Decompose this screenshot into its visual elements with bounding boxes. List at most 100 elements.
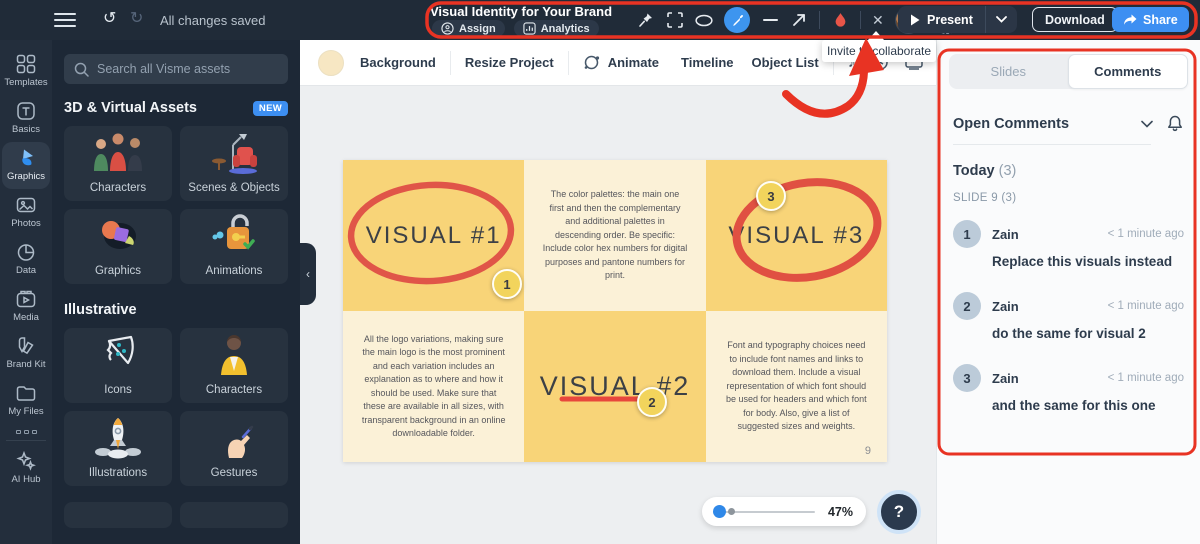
download-button[interactable]: Download bbox=[1032, 7, 1118, 32]
sidebar-item-photos[interactable]: Photos bbox=[2, 189, 50, 236]
assets-panel: 3D & Virtual Assets NEW Characters bbox=[52, 40, 300, 544]
project-title[interactable]: Visual Identity for Your Brand bbox=[430, 4, 612, 19]
asset-tile-partial[interactable] bbox=[180, 502, 288, 528]
slide-cell-font-text[interactable]: Font and typography choices need to incl… bbox=[705, 311, 887, 462]
slide-canvas[interactable]: VISUAL #1 The color palettes: the main o… bbox=[343, 160, 887, 462]
divider bbox=[953, 144, 1151, 145]
close-annotation-icon[interactable]: ✕ bbox=[872, 12, 884, 29]
sidebar-item-basics[interactable]: Basics bbox=[2, 95, 50, 142]
comment-author: Zain bbox=[992, 370, 1019, 386]
chevron-down-icon[interactable] bbox=[1141, 120, 1153, 128]
animate-button[interactable]: Animate bbox=[608, 55, 659, 70]
asset-tile-illustrations[interactable]: Illustrations bbox=[64, 411, 172, 486]
slide-cell-palette-text[interactable]: The color palettes: the main one first a… bbox=[524, 160, 706, 311]
resize-project-button[interactable]: Resize Project bbox=[465, 55, 554, 70]
comment-author: Zain bbox=[992, 298, 1019, 314]
background-button[interactable]: Background bbox=[360, 55, 436, 70]
selection-frame-tool-icon[interactable] bbox=[666, 11, 684, 29]
comment-timestamp: < 1 minute ago bbox=[1107, 372, 1184, 384]
divider bbox=[819, 11, 820, 29]
asset-tile-3d-graphics[interactable]: Graphics bbox=[64, 209, 172, 284]
pen-tool-icon-active[interactable] bbox=[724, 7, 750, 33]
rocket-illustration bbox=[95, 418, 141, 459]
asset-tile-illustrative-characters[interactable]: Characters bbox=[180, 328, 288, 403]
zoom-level: 47% bbox=[827, 504, 853, 519]
zoom-slider-handle[interactable] bbox=[713, 505, 726, 518]
sidebar-item-data[interactable]: Data bbox=[2, 236, 50, 283]
share-arrow-icon bbox=[1124, 14, 1137, 25]
sidebar-item-brand-kit[interactable]: Brand Kit bbox=[2, 330, 50, 377]
scenes-objects-illustration bbox=[212, 134, 257, 174]
sidebar-item-templates[interactable]: Templates bbox=[2, 48, 50, 95]
sidebar-item-media[interactable]: Media bbox=[2, 283, 50, 330]
redo-icon: ↻ bbox=[130, 10, 144, 27]
comments-today-count: (3) bbox=[998, 163, 1017, 179]
photos-icon bbox=[16, 197, 36, 213]
comment-item-2[interactable]: 2 Zain < 1 minute ago do the same for vi… bbox=[953, 292, 1184, 341]
assign-button[interactable]: Assign bbox=[432, 20, 505, 37]
tab-slides[interactable]: Slides bbox=[949, 54, 1068, 89]
icons-illustration bbox=[106, 335, 134, 365]
asset-tile-icons[interactable]: Icons bbox=[64, 328, 172, 403]
left-sidebar: Templates Basics Graphics Photos Data Me… bbox=[0, 40, 52, 544]
more-apps-icon[interactable] bbox=[15, 430, 37, 434]
present-button[interactable]: Present bbox=[898, 6, 1017, 33]
search-bar[interactable] bbox=[64, 54, 288, 84]
comments-panel: Slides Comments Open Comments Today (3) … bbox=[936, 40, 1200, 544]
sidebar-item-ai-hub[interactable]: AI Hub bbox=[2, 445, 50, 492]
pin-tool-icon[interactable] bbox=[637, 11, 655, 29]
tooltip-caret bbox=[868, 31, 884, 40]
graphics-icon bbox=[22, 149, 33, 166]
line-tool-icon[interactable] bbox=[761, 11, 779, 29]
comment-pin-2[interactable]: 2 bbox=[637, 387, 667, 417]
invite-collaborate-tooltip: Invite to collaborate bbox=[822, 40, 936, 62]
present-options-chevron[interactable] bbox=[986, 16, 1017, 23]
notifications-bell-icon[interactable] bbox=[1166, 114, 1184, 133]
zoom-control: 47% bbox=[702, 497, 866, 526]
comments-filter[interactable]: Open Comments bbox=[953, 116, 1069, 132]
slide-cell-visual2[interactable]: VISUAL #2 bbox=[524, 311, 706, 462]
comment-number-badge: 1 bbox=[953, 220, 981, 248]
tab-comments[interactable]: Comments bbox=[1067, 54, 1188, 89]
zoom-slider[interactable] bbox=[713, 505, 815, 518]
section-title-illustrative: Illustrative bbox=[64, 302, 137, 318]
timeline-button[interactable]: Timeline bbox=[681, 55, 734, 70]
asset-tile-partial[interactable] bbox=[64, 502, 172, 528]
canvas-area: Background Resize Project Animate Timeli… bbox=[300, 40, 936, 544]
background-color-swatch[interactable] bbox=[318, 49, 344, 76]
slide-cell-logo-text[interactable]: All the logo variations, making sure the… bbox=[343, 311, 525, 462]
help-button[interactable]: ? bbox=[877, 490, 921, 534]
asset-tile-gestures[interactable]: Gestures bbox=[180, 411, 288, 486]
section-title-3d: 3D & Virtual Assets bbox=[64, 100, 197, 116]
asset-tile-3d-characters[interactable]: Characters bbox=[64, 126, 172, 201]
brand-kit-icon bbox=[18, 337, 34, 355]
arrow-tool-icon[interactable] bbox=[790, 11, 808, 29]
person-icon bbox=[441, 22, 454, 35]
search-input[interactable] bbox=[97, 62, 277, 76]
asset-tile-scenes-objects[interactable]: Scenes & Objects bbox=[180, 126, 288, 201]
hamburger-menu-icon[interactable] bbox=[54, 13, 76, 27]
object-list-button[interactable]: Object List bbox=[752, 55, 819, 70]
color-droplet-icon[interactable] bbox=[831, 11, 849, 29]
comment-pin-1[interactable]: 1 bbox=[492, 269, 522, 299]
divider bbox=[860, 11, 861, 29]
slide-cell-visual3[interactable]: VISUAL #3 bbox=[705, 160, 887, 311]
comment-item-1[interactable]: 1 Zain < 1 minute ago Replace this visua… bbox=[953, 220, 1184, 269]
data-icon bbox=[17, 244, 35, 261]
comment-pin-3[interactable]: 3 bbox=[756, 181, 786, 211]
ai-sparkles-icon bbox=[16, 451, 36, 471]
comment-item-3[interactable]: 3 Zain < 1 minute ago and the same for t… bbox=[953, 364, 1184, 413]
panel-collapse-button[interactable]: ‹ bbox=[300, 243, 316, 305]
chart-icon bbox=[523, 22, 536, 35]
asset-tile-animations[interactable]: Animations bbox=[180, 209, 288, 284]
sidebar-item-my-files[interactable]: My Files bbox=[2, 377, 50, 424]
share-button[interactable]: Share bbox=[1112, 7, 1189, 32]
comments-group-today: Today bbox=[953, 163, 995, 179]
comment-text: Replace this visuals instead bbox=[992, 254, 1173, 269]
analytics-button[interactable]: Analytics bbox=[513, 20, 599, 37]
sidebar-item-graphics[interactable]: Graphics bbox=[2, 142, 50, 189]
comments-slide-group: SLIDE 9 (3) bbox=[953, 192, 1017, 204]
undo-icon[interactable]: ↺ bbox=[103, 9, 116, 29]
chevron-left-icon: ‹ bbox=[306, 267, 310, 281]
ellipse-tool-icon[interactable] bbox=[695, 11, 713, 29]
